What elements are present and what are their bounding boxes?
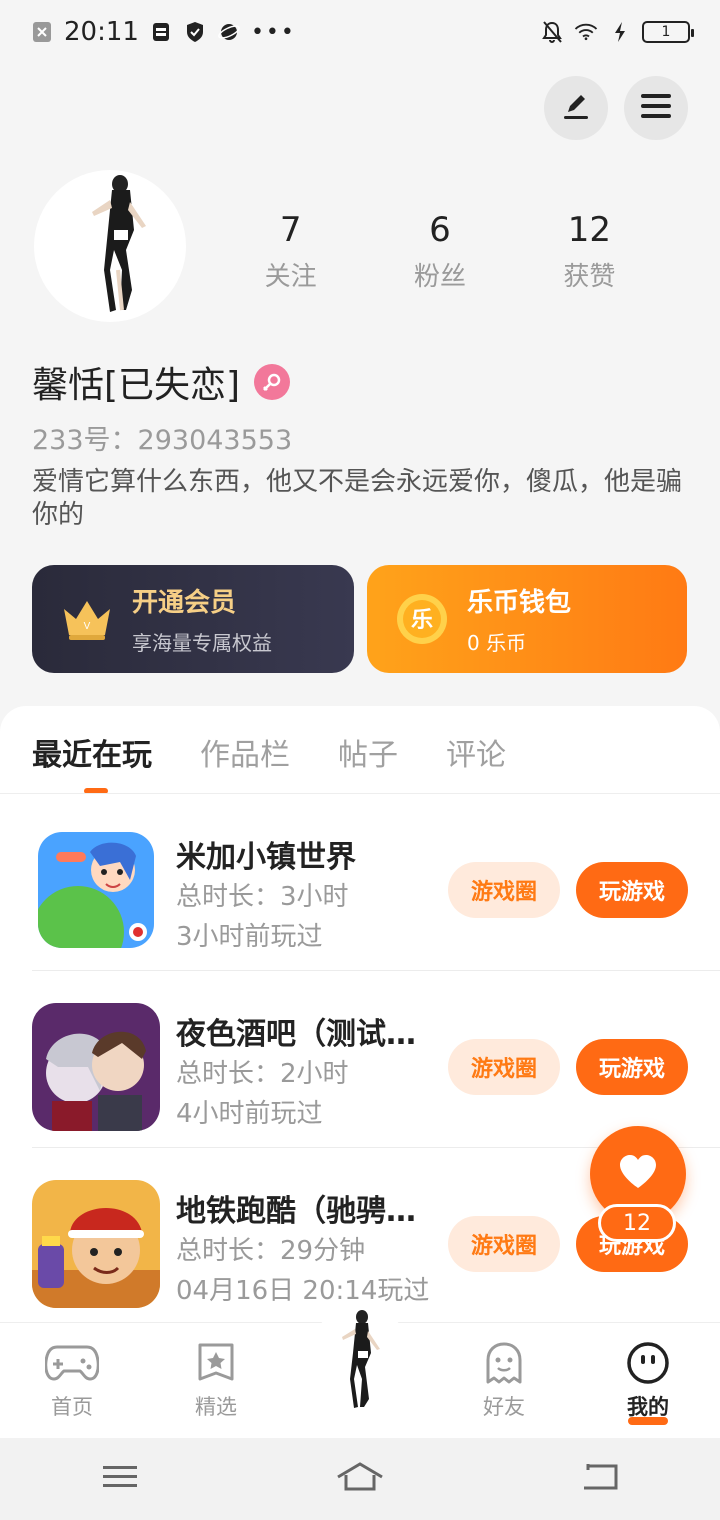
game-name: 夜色酒吧（测试… [176,1017,416,1052]
pencil-icon [560,90,592,126]
avatar-character-image [92,175,146,312]
avatar-character-image [342,1310,380,1408]
hamburger-icon [640,92,672,124]
game-circle-button[interactable]: 游戏圈 [448,862,560,918]
wallet-card[interactable]: 乐 乐币钱包 0 乐币 [367,565,687,673]
stat-followers[interactable]: 6 粉丝 [365,208,514,293]
planet-icon [217,20,241,44]
game-row[interactable]: 夜色酒吧（测试… 总时长：2小时 4小时前玩过 游戏圈 玩游戏 [32,971,720,1148]
star-badge-icon [188,1341,244,1385]
like-count-badge: 12 [598,1204,676,1242]
coin-icon: 乐 [393,590,451,648]
play-game-button[interactable]: 玩游戏 [576,862,688,918]
status-time: 20:11 [64,17,139,47]
back-button[interactable] [570,1459,630,1499]
home-icon [336,1461,384,1497]
profile-tabs: 最近在玩 作品栏 帖子 评论 [32,730,506,774]
smile-face-icon [620,1341,676,1385]
edit-profile-button[interactable] [544,76,608,140]
game-last-played: 3小时前玩过 [176,922,323,952]
stat-following[interactable]: 7 关注 [216,208,365,293]
game-duration: 总时长：29分钟 [176,1236,366,1266]
gamepad-icon [44,1341,100,1385]
nav-friends[interactable]: 好友 [454,1341,554,1421]
mute-bell-icon [540,20,564,44]
shield-icon [183,20,207,44]
tab-recent-played[interactable]: 最近在玩 [32,730,152,774]
bio: 爱情它算什么东西，他又不是会永远爱你，傻瓜，他是骗你的 [32,467,683,530]
back-icon [580,1462,620,1496]
nav-label: 好友 [483,1395,525,1419]
game-icon-subway-surfers [32,1180,160,1308]
content-panel: 最近在玩 作品栏 帖子 评论 米加小镇世界 总时长：3小时 3小时前玩过 游戏圈… [0,706,720,1346]
tab-comments[interactable]: 评论 [446,730,506,774]
battery-icon: 1 [642,21,694,43]
vip-card-title: 开通会员 [132,588,237,618]
vip-card[interactable]: V 开通会员 享海量专属权益 [32,565,354,673]
bottom-nav: 首页 精选 好友 我的 [0,1303,720,1438]
ghost-icon [476,1341,532,1385]
game-icon-miga-town [38,832,154,948]
heart-icon [618,1154,658,1194]
more-notifications-icon: ••• [250,19,296,45]
nav-mine[interactable]: 我的 [598,1341,698,1425]
stat-likes[interactable]: 12 获赞 [515,208,664,293]
stat-value: 12 [567,210,611,250]
profile-stats: 7 关注 6 粉丝 12 获赞 [216,208,664,293]
home-button[interactable] [330,1459,390,1499]
recent-apps-button[interactable] [90,1459,150,1499]
nav-home[interactable]: 首页 [22,1341,122,1421]
coin-icon-char: 乐 [411,608,433,633]
sim-card-icon [149,20,173,44]
nav-label: 精选 [195,1395,237,1419]
game-duration: 总时长：2小时 [176,1059,349,1089]
nav-label: 我的 [627,1395,669,1419]
nav-center-avatar[interactable] [310,1303,410,1413]
play-game-button[interactable]: 玩游戏 [576,1039,688,1095]
stat-label: 获赞 [563,262,616,292]
wifi-icon [574,20,598,44]
nickname: 馨恬[已失恋] [32,365,241,406]
svg-text:V: V [84,621,91,632]
game-circle-button[interactable]: 游戏圈 [448,1216,560,1272]
system-nav-bar [0,1438,720,1520]
game-name: 地铁跑酷（驰骋… [176,1194,416,1229]
nav-featured[interactable]: 精选 [166,1341,266,1421]
tab-posts[interactable]: 帖子 [338,730,398,774]
stat-value: 6 [429,210,451,250]
stat-label: 粉丝 [413,262,466,292]
game-last-played: 4小时前玩过 [176,1099,323,1129]
wallet-balance: 0 乐币 [467,631,527,655]
status-bar: 20:11 ••• 1 [0,0,720,64]
crown-icon: V [58,590,116,648]
nav-label: 首页 [51,1395,93,1419]
stat-label: 关注 [264,262,317,292]
wallet-card-title: 乐币钱包 [467,588,572,618]
recents-lines-icon [102,1464,138,1494]
user-id: 233号：293043553 [32,425,293,456]
stat-value: 7 [279,210,302,250]
game-last-played: 04月16日 20:14玩过 [176,1276,430,1306]
charging-icon [608,20,632,44]
notification-app-icon [30,20,54,44]
tab-works[interactable]: 作品栏 [200,730,290,774]
vip-card-subtitle: 享海量专属权益 [132,631,272,655]
game-row[interactable]: 米加小镇世界 总时长：3小时 3小时前玩过 游戏圈 玩游戏 [32,794,720,971]
game-circle-button[interactable]: 游戏圈 [448,1039,560,1095]
game-duration: 总时长：3小时 [176,882,349,912]
menu-button[interactable] [624,76,688,140]
female-gender-icon [254,364,291,400]
game-name: 米加小镇世界 [176,840,356,875]
nickname-row: 馨恬[已失恋] [32,356,291,408]
avatar[interactable] [34,170,186,322]
game-icon-night-bar [32,1003,160,1131]
